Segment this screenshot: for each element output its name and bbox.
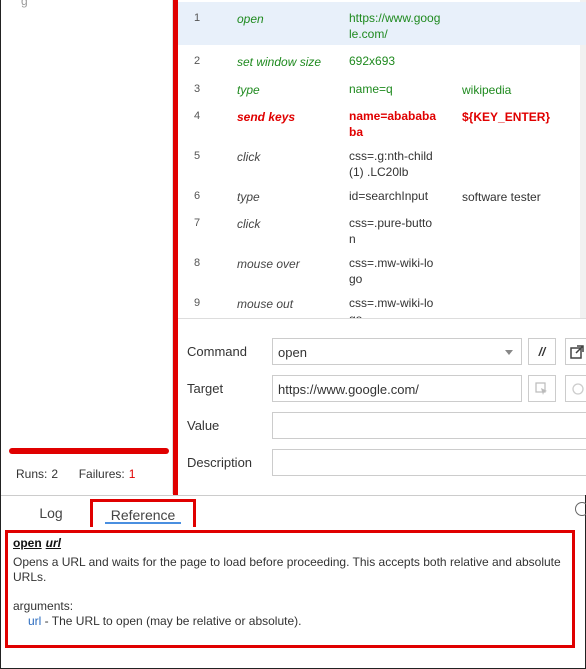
reference-command: open <box>13 536 42 550</box>
description-label: Description <box>187 455 253 470</box>
commands-table: 1 open https://www.google.com/2 set window … <box>178 0 586 318</box>
select-target-icon <box>535 381 547 395</box>
reference-arg-desc: - The URL to open (may be relative or ab… <box>41 614 302 628</box>
command-select[interactable]: open <box>272 338 522 365</box>
command-row-number: 6 <box>194 190 201 202</box>
command-row-value: software tester <box>462 190 541 204</box>
command-row-value: wikipedia <box>462 83 512 97</box>
command-row-command: set window size <box>237 55 322 69</box>
value-label: Value <box>187 418 220 433</box>
external-open-icon <box>570 344 584 359</box>
target-input[interactable]: https://www.google.com/ <box>272 375 522 402</box>
run-stats: Runs: 2 Failures: 1 <box>16 467 139 481</box>
test-list-item-partial[interactable]: g <box>21 0 28 8</box>
command-row[interactable]: 1 open https://www.google.com/ <box>178 2 586 45</box>
command-row[interactable]: 3 type name=q wikipedia <box>178 73 586 100</box>
command-row[interactable]: 4 send keys name=abababa ba ${KEY_ENTER} <box>178 100 586 140</box>
bottom-panel: Log Reference open url Opens a URL and wa… <box>1 495 586 668</box>
command-row-number: 9 <box>194 297 201 309</box>
command-row-target: css=.mw-wiki-lo go <box>349 256 434 286</box>
search-icon <box>572 382 584 395</box>
select-target-button[interactable] <box>528 375 556 402</box>
command-row-target: css=.mw-wiki-lo go <box>349 296 434 318</box>
chevron-down-icon <box>505 350 513 355</box>
command-row-number: 8 <box>194 257 201 269</box>
command-row-command: send keys <box>237 110 296 124</box>
command-row-target: name=abababa ba <box>349 109 437 139</box>
failures-count: 1 <box>128 467 136 481</box>
active-tab-indicator <box>105 522 181 524</box>
command-row[interactable]: 8 mouse over css=.mw-wiki-lo go <box>178 247 586 287</box>
test-list-panel: g Runs: 2 Failures: 1 <box>1 0 173 494</box>
command-row-command: click <box>237 217 261 231</box>
command-row[interactable]: 6 type id=searchInput software tester <box>178 180 586 207</box>
command-row-command: click <box>237 150 261 164</box>
command-row-target: css=.pure-butto n <box>349 216 433 246</box>
target-label: Target <box>187 381 224 396</box>
command-row-command: mouse over <box>237 257 300 271</box>
command-row-command: mouse out <box>237 297 294 311</box>
reference-argument: url <box>45 536 62 550</box>
reference-argument-item: url - The URL to open (may be relative o… <box>28 614 567 629</box>
info-icon[interactable] <box>575 502 586 516</box>
runs-count: 2 <box>51 467 59 481</box>
command-row-number: 4 <box>194 110 201 122</box>
reference-description: Opens a URL and waits for the page to lo… <box>13 555 561 584</box>
value-input[interactable] <box>272 412 586 439</box>
command-row-value: ${KEY_ENTER} <box>462 110 551 124</box>
command-row-target: css=.g:nth-child (1) .LC20lb <box>349 149 433 179</box>
command-row-number: 2 <box>194 55 201 67</box>
find-target-button[interactable] <box>565 375 586 402</box>
command-select-value: open <box>278 345 307 360</box>
failures-label: Failures: <box>78 467 125 481</box>
tab-log[interactable]: Log <box>21 499 81 527</box>
command-row-target: name=q <box>349 82 393 96</box>
reference-arg-name: url <box>28 614 42 628</box>
command-row-number: 7 <box>194 217 201 229</box>
command-row-command: type <box>237 190 260 204</box>
command-row-command: open <box>237 12 264 26</box>
command-label: Command <box>187 344 247 359</box>
command-row-target: id=searchInput <box>349 189 429 203</box>
command-row-command: type <box>237 83 260 97</box>
command-row-number: 3 <box>194 83 201 95</box>
comment-toggle-button[interactable]: // <box>528 338 556 365</box>
description-input[interactable] <box>272 449 586 476</box>
command-row-number: 5 <box>194 150 201 162</box>
command-row[interactable]: 5 click css=.g:nth-child (1) .LC20lb <box>178 140 586 180</box>
command-row[interactable]: 9 mouse out css=.mw-wiki-lo go <box>178 287 586 318</box>
command-row-number: 1 <box>194 12 201 24</box>
reference-signature: open url <box>13 536 567 551</box>
command-row[interactable]: 2 set window size 692x693 <box>178 45 586 73</box>
command-editor: Command open // Target https://www.googl… <box>178 319 586 495</box>
open-reference-button[interactable] <box>565 338 586 365</box>
reference-content: open url Opens a URL and waits for the pa… <box>5 530 575 648</box>
runs-label: Runs: <box>16 467 48 481</box>
command-row-target: https://www.google.com/ <box>349 11 441 41</box>
command-row[interactable]: 7 click css=.pure-butto n <box>178 207 586 247</box>
reference-arguments-label: arguments: <box>13 599 74 613</box>
command-row-target: 692x693 <box>349 54 396 68</box>
run-progress-bar <box>9 448 169 454</box>
